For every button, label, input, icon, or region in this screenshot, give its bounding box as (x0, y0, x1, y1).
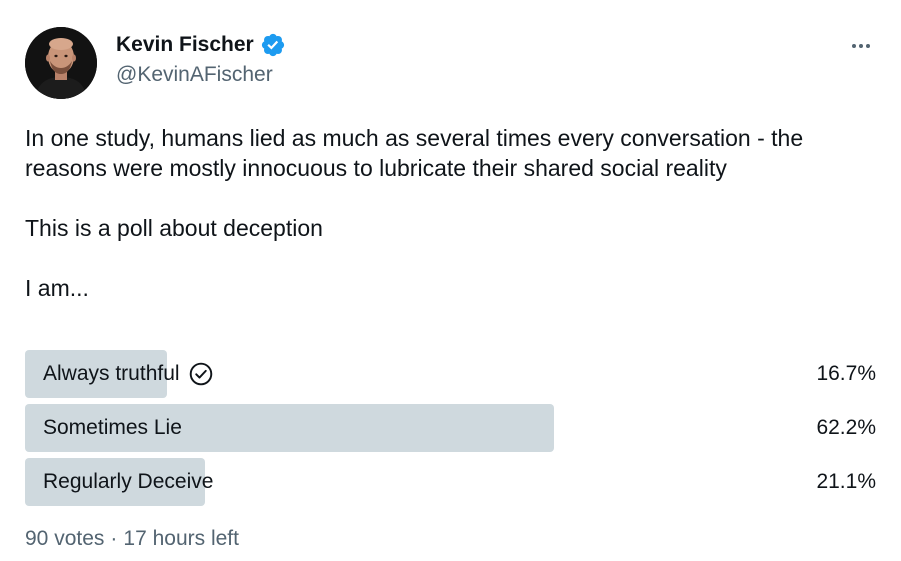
poll-option-percent: 21.1% (816, 470, 876, 493)
poll-option-label-row: Sometimes Lie (25, 416, 182, 440)
tweet-paragraph: In one study, humans lied as much as sev… (25, 125, 804, 181)
avatar[interactable] (25, 27, 97, 99)
tweet-text: In one study, humans lied as much as sev… (25, 123, 885, 303)
poll-vote-count: 90 votes (25, 527, 105, 550)
author-display-name[interactable]: Kevin Fischer (116, 33, 254, 57)
tweet-card: Kevin Fischer @KevinAFischer In one stud… (0, 0, 901, 561)
poll-option-label: Sometimes Lie (43, 416, 182, 439)
poll-option-label-row: Regularly Deceive (25, 470, 213, 494)
poll-option: Sometimes Lie 62.2% (25, 404, 876, 452)
author-handle[interactable]: @KevinAFischer (116, 63, 273, 87)
poll-option-percent: 16.7% (816, 362, 876, 385)
poll-option-label-row: Always truthful (25, 361, 214, 387)
tweet-paragraph: This is a poll about deception (25, 215, 323, 241)
poll-meta: 90 votes · 17 hours left (25, 527, 239, 551)
poll-meta-separator: · (110, 527, 118, 550)
verified-badge-icon[interactable] (260, 32, 286, 58)
poll: Always truthful 16.7% Sometimes Lie 62.2… (25, 350, 876, 512)
profile-photo-icon (25, 27, 97, 99)
author-name-row: Kevin Fischer (116, 32, 286, 58)
poll-option-label: Always truthful (43, 362, 180, 385)
check-circle-icon (188, 361, 214, 387)
poll-option: Always truthful 16.7% (25, 350, 876, 398)
poll-option-percent: 62.2% (816, 416, 876, 439)
poll-option-label: Regularly Deceive (43, 470, 214, 493)
tweet-paragraph: I am... (25, 275, 89, 301)
more-dots-icon (852, 44, 856, 48)
poll-option: Regularly Deceive 21.1% (25, 458, 876, 506)
more-dot (859, 44, 863, 48)
poll-time-left: 17 hours left (123, 527, 239, 550)
more-options-button[interactable] (845, 33, 877, 59)
more-dot (866, 44, 870, 48)
